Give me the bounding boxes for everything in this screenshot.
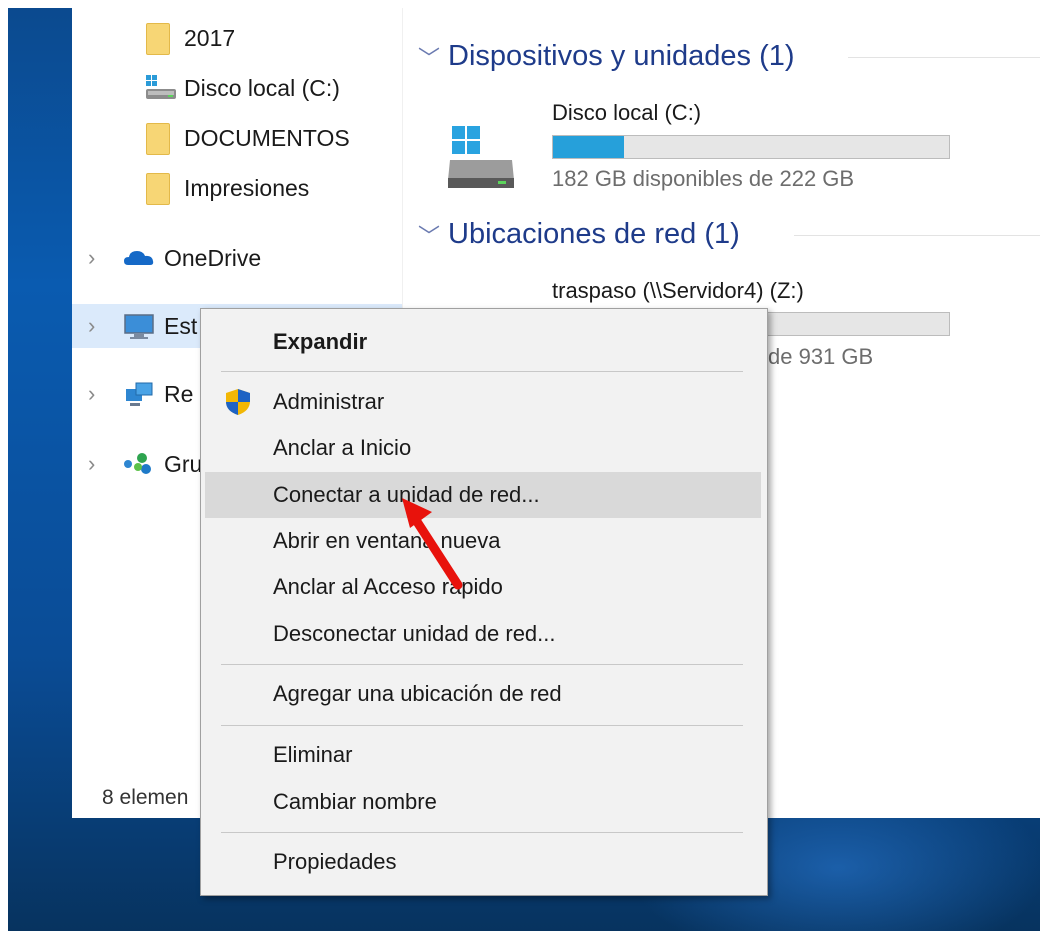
drive-name: Disco local (C:) [552, 100, 702, 125]
drive-usage-bar [552, 135, 950, 159]
menu-item-pin-start[interactable]: Anclar a Inicio [205, 425, 761, 471]
network-icon [122, 379, 156, 409]
nav-item-label: Est [164, 312, 198, 339]
context-menu: Expandir Administrar Anclar a Inicio Con… [200, 308, 768, 896]
drive-free-space: de 931 GB [768, 344, 874, 369]
nav-item-documentos[interactable]: DOCUMENTOS [72, 116, 402, 160]
chevron-right-icon[interactable]: › [88, 245, 95, 271]
menu-item-open-new-window[interactable]: Abrir en ventana nueva [205, 518, 761, 564]
nav-item-label: Gru [164, 450, 203, 477]
nav-item-label: Re [164, 380, 194, 407]
menu-item-pin-quick-access[interactable]: Anclar al Acceso rápido [205, 564, 761, 610]
drive-name: traspaso (\\Servidor4) (Z:) [552, 278, 804, 303]
menu-item-label: Expandir [273, 329, 368, 354]
menu-separator [221, 371, 743, 372]
menu-item-label: Desconectar unidad de red... [273, 621, 556, 646]
nav-item-2017[interactable]: 2017 [72, 16, 402, 60]
homegroup-icon [122, 449, 156, 479]
menu-item-map-network-drive[interactable]: Conectar a unidad de red... [205, 472, 761, 518]
menu-item-expand[interactable]: Expandir [205, 319, 761, 365]
menu-item-manage[interactable]: Administrar [205, 379, 761, 425]
chevron-right-icon[interactable]: › [88, 381, 95, 407]
menu-item-disconnect-network-drive[interactable]: Desconectar unidad de red... [205, 611, 761, 657]
nav-item-label: Impresiones [184, 174, 310, 201]
pc-icon [122, 311, 156, 341]
menu-item-label: Abrir en ventana nueva [273, 528, 501, 553]
drive-free-space: 182 GB disponibles de 222 GB [552, 166, 855, 191]
folder-icon [144, 173, 178, 205]
menu-item-add-network-location[interactable]: Agregar una ubicación de red [205, 671, 761, 717]
divider [794, 234, 1040, 236]
menu-item-label: Anclar a Inicio [273, 435, 412, 460]
hard-drive-icon [448, 120, 518, 192]
nav-item-label: DOCUMENTOS [184, 124, 350, 151]
shield-icon [223, 387, 253, 417]
group-header-label: Dispositivos y unidades (1) [448, 40, 795, 72]
nav-item-impresiones[interactable]: Impresiones [72, 166, 402, 210]
drive-icon [144, 73, 178, 103]
menu-separator [221, 725, 743, 726]
chevron-down-icon: ﹀ [418, 45, 441, 71]
drive-usage-fill [553, 136, 625, 158]
nav-item-label: Disco local (C:) [184, 74, 340, 101]
chevron-right-icon[interactable]: › [88, 451, 95, 477]
nav-item-label: OneDrive [164, 244, 262, 271]
nav-item-label: 2017 [184, 24, 236, 51]
menu-item-label: Propiedades [273, 849, 397, 874]
menu-item-label: Eliminar [273, 742, 353, 767]
menu-item-rename[interactable]: Cambiar nombre [205, 779, 761, 825]
nav-item-onedrive[interactable]: › OneDrive [72, 236, 402, 280]
menu-item-label: Administrar [273, 389, 385, 414]
divider [848, 56, 1040, 58]
folder-icon [144, 23, 178, 55]
menu-item-label: Anclar al Acceso rápido [273, 574, 503, 599]
group-header-network[interactable]: ﹀ Ubicaciones de red (1) [418, 218, 1040, 251]
menu-item-label: Agregar una ubicación de red [273, 681, 562, 706]
onedrive-icon [122, 243, 156, 273]
chevron-right-icon[interactable]: › [88, 313, 95, 339]
group-header-label: Ubicaciones de red (1) [448, 218, 740, 250]
nav-item-local-disk[interactable]: Disco local (C:) [72, 66, 402, 110]
chevron-down-icon: ﹀ [418, 223, 441, 249]
menu-separator [221, 832, 743, 833]
menu-item-label: Cambiar nombre [273, 789, 437, 814]
menu-item-properties[interactable]: Propiedades [205, 839, 761, 885]
folder-icon [144, 123, 178, 155]
menu-separator [221, 664, 743, 665]
menu-item-label: Conectar a unidad de red... [273, 482, 540, 507]
menu-item-delete[interactable]: Eliminar [205, 732, 761, 778]
group-header-devices[interactable]: ﹀ Dispositivos y unidades (1) [418, 40, 1040, 73]
